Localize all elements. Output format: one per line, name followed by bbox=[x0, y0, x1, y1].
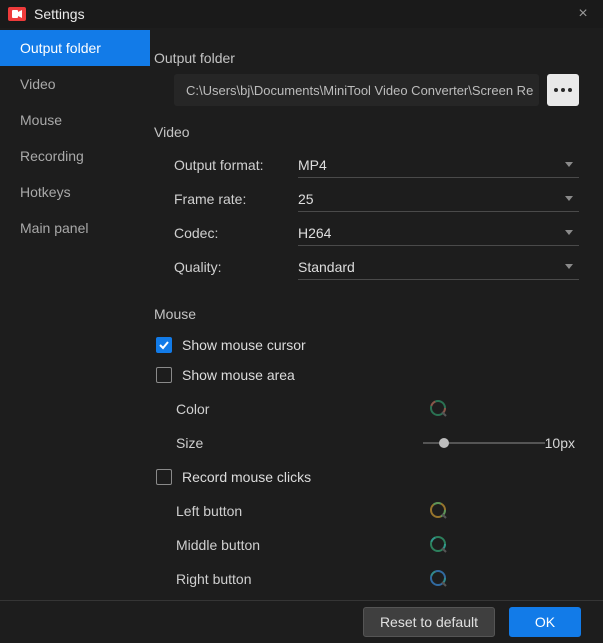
footer-bar: Reset to default OK bbox=[0, 600, 603, 643]
show-cursor-checkbox[interactable] bbox=[156, 337, 172, 353]
chevron-down-icon bbox=[565, 230, 573, 235]
area-color-picker[interactable] bbox=[427, 398, 449, 420]
sidebar: Output folder Video Mouse Recording Hotk… bbox=[0, 28, 150, 600]
frame-rate-value: 25 bbox=[298, 191, 314, 207]
sidebar-item-main-panel[interactable]: Main panel bbox=[0, 210, 150, 246]
right-button-color-picker[interactable] bbox=[427, 568, 449, 590]
browse-button[interactable] bbox=[547, 74, 579, 106]
frame-rate-select[interactable]: 25 bbox=[298, 186, 579, 212]
sidebar-item-hotkeys[interactable]: Hotkeys bbox=[0, 174, 150, 210]
quality-select[interactable]: Standard bbox=[298, 254, 579, 280]
chevron-down-icon bbox=[565, 196, 573, 201]
section-title-video: Video bbox=[154, 124, 579, 140]
close-button[interactable]: × bbox=[571, 2, 595, 26]
codec-label: Codec: bbox=[174, 225, 298, 241]
codec-select[interactable]: H264 bbox=[298, 220, 579, 246]
record-clicks-label: Record mouse clicks bbox=[182, 469, 311, 485]
output-format-select[interactable]: MP4 bbox=[298, 152, 579, 178]
show-cursor-label: Show mouse cursor bbox=[182, 337, 306, 353]
output-folder-path: C:\Users\bj\Documents\MiniTool Video Con… bbox=[186, 83, 533, 98]
sidebar-item-label: Output folder bbox=[20, 40, 101, 56]
record-clicks-checkbox[interactable] bbox=[156, 469, 172, 485]
output-format-value: MP4 bbox=[298, 157, 327, 173]
slider-thumb[interactable] bbox=[439, 438, 449, 448]
section-title-mouse: Mouse bbox=[154, 306, 579, 322]
size-label: Size bbox=[176, 435, 293, 451]
middle-button-label: Middle button bbox=[176, 537, 321, 553]
main-panel: Output folder C:\Users\bj\Documents\Mini… bbox=[150, 28, 603, 600]
codec-value: H264 bbox=[298, 225, 331, 241]
chevron-down-icon bbox=[565, 162, 573, 167]
sidebar-item-mouse[interactable]: Mouse bbox=[0, 102, 150, 138]
left-button-color-picker[interactable] bbox=[427, 500, 449, 522]
sidebar-item-label: Video bbox=[20, 76, 56, 92]
middle-button-color-picker[interactable] bbox=[427, 534, 449, 556]
right-button-label: Right button bbox=[176, 571, 321, 587]
sidebar-item-label: Main panel bbox=[20, 220, 89, 236]
app-icon bbox=[8, 7, 26, 21]
chevron-down-icon bbox=[565, 264, 573, 269]
show-area-checkbox[interactable] bbox=[156, 367, 172, 383]
sidebar-item-recording[interactable]: Recording bbox=[0, 138, 150, 174]
sidebar-item-video[interactable]: Video bbox=[0, 66, 150, 102]
window-title: Settings bbox=[34, 6, 571, 22]
section-title-output-folder: Output folder bbox=[154, 50, 579, 66]
color-label: Color bbox=[176, 401, 321, 417]
sidebar-item-label: Mouse bbox=[20, 112, 62, 128]
ok-button[interactable]: OK bbox=[509, 607, 581, 637]
sidebar-item-label: Hotkeys bbox=[20, 184, 71, 200]
reset-button[interactable]: Reset to default bbox=[363, 607, 495, 637]
quality-value: Standard bbox=[298, 259, 355, 275]
size-value: 10px bbox=[545, 435, 579, 451]
quality-label: Quality: bbox=[174, 259, 298, 275]
ellipsis-icon bbox=[554, 88, 572, 92]
output-format-label: Output format: bbox=[174, 157, 298, 173]
show-area-label: Show mouse area bbox=[182, 367, 295, 383]
size-slider[interactable] bbox=[423, 435, 544, 451]
title-bar: Settings × bbox=[0, 0, 603, 28]
sidebar-item-label: Recording bbox=[20, 148, 84, 164]
output-folder-input[interactable]: C:\Users\bj\Documents\MiniTool Video Con… bbox=[174, 74, 539, 106]
sidebar-item-output-folder[interactable]: Output folder bbox=[0, 30, 150, 66]
left-button-label: Left button bbox=[176, 503, 321, 519]
frame-rate-label: Frame rate: bbox=[174, 191, 298, 207]
